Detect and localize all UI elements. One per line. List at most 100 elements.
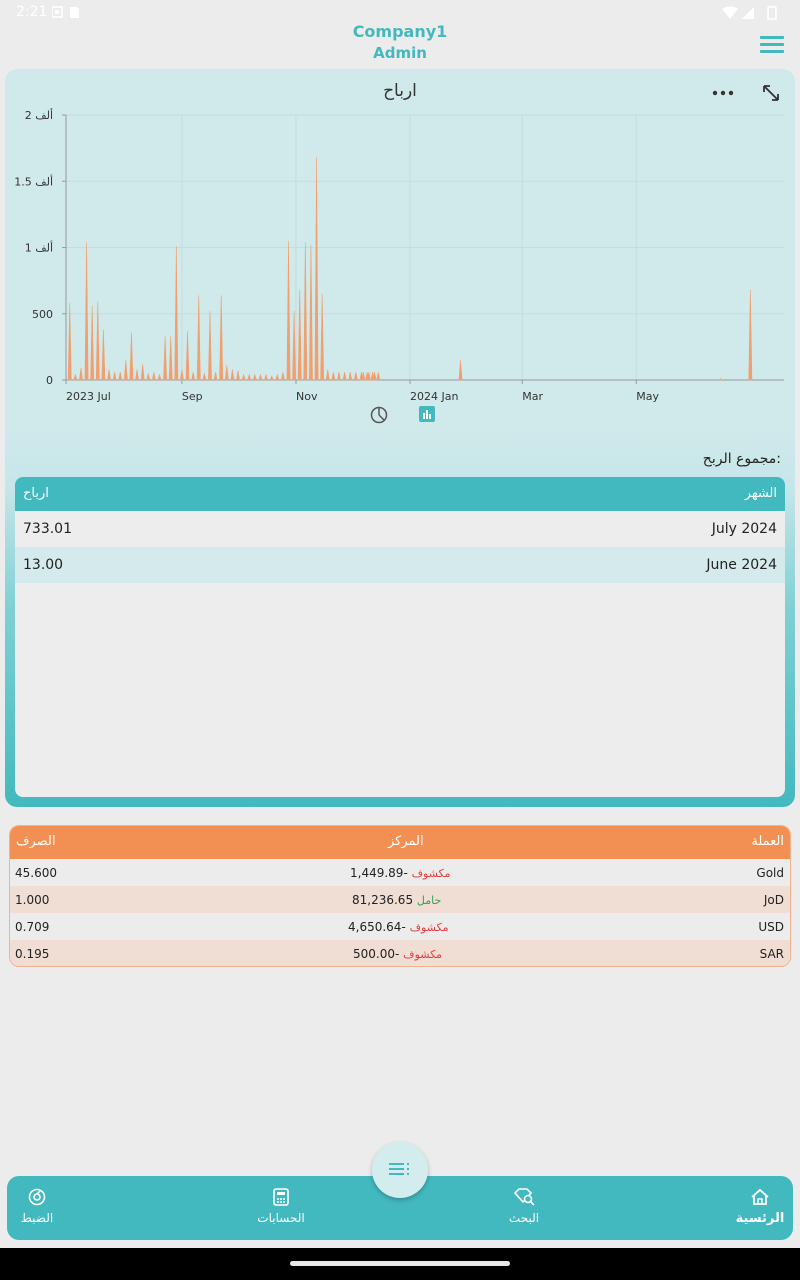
x-tick-label: Nov [296, 390, 318, 403]
chart-bar [107, 369, 111, 381]
status-tag: مكشوف [403, 948, 443, 961]
pie-chart-icon[interactable] [370, 406, 388, 424]
app-header: Company1 Admin [0, 22, 800, 66]
status-tag: مكشوف [409, 921, 449, 934]
chart-bar [140, 364, 145, 381]
quick-menu-button[interactable] [372, 1142, 428, 1198]
menu-icon[interactable] [760, 36, 784, 54]
table-row[interactable]: Gold مكشوف -1,449.89 45.600 [10, 859, 790, 886]
bar-chart-icon[interactable] [419, 406, 435, 422]
status-time: 2:21 [16, 4, 48, 20]
nav-search-label: البحث [508, 1211, 540, 1225]
rate-cell: 1.000 [15, 893, 50, 907]
chart-bar [320, 293, 325, 381]
system-navigation-bar [0, 1248, 800, 1280]
currency-cell: JoD [763, 893, 784, 907]
table-row[interactable]: JoD حامل 81,236.65 1.000 [10, 886, 790, 913]
profit-header: ارباح [23, 486, 49, 501]
y-tick-label: 1 ألف [25, 241, 53, 255]
nav-settings[interactable]: الضبط [17, 1188, 57, 1225]
chart-bar [280, 371, 285, 381]
chart-bar [252, 373, 257, 381]
chart-bar [191, 371, 196, 381]
nav-home-label: الرئسية [735, 1211, 785, 1226]
chart-bar [297, 289, 302, 381]
table-row[interactable]: SAR مكشوف -500.00 0.195 [10, 940, 790, 966]
y-tick-label: 0 [46, 374, 53, 387]
table-row[interactable]: June 2024 13.00 [15, 547, 785, 583]
chart-bar [286, 240, 291, 381]
chart-bar [748, 289, 753, 381]
chart-bar [179, 369, 184, 381]
position-cell: حامل 81,236.65 [352, 893, 442, 907]
chart-bar [230, 369, 235, 381]
nav-accounts-label: الحسابات [257, 1211, 305, 1225]
profit-table-header: الشهر ارباح [15, 477, 785, 511]
currency-cell: Gold [756, 866, 784, 880]
currency-table: العملة المركز الصرف Gold مكشوف -1,449.89… [9, 825, 791, 967]
rate-cell: 45.600 [15, 866, 57, 880]
home-icon [751, 1188, 769, 1205]
chart-bar [325, 369, 330, 381]
y-tick-label: 1.5 ألف [14, 174, 53, 188]
status-tag: مكشوف [411, 867, 451, 880]
accounts-icon [273, 1188, 289, 1206]
chart-bar [101, 329, 106, 381]
month-cell: July 2024 [711, 521, 777, 537]
nav-accounts[interactable]: الحسابات [253, 1188, 309, 1225]
chart-bar [146, 373, 151, 381]
chart-bar [163, 336, 168, 381]
chart-bar [185, 330, 190, 381]
chart-bar [224, 365, 229, 381]
profit-cell: 733.01 [23, 521, 72, 537]
x-tick-label: Mar [522, 390, 543, 403]
position-cell: مكشوف -1,449.89 [350, 866, 451, 880]
x-tick-label: May [636, 390, 659, 403]
chart-bar [269, 375, 274, 381]
nav-home[interactable]: الرئسية [733, 1188, 787, 1226]
currency-cell: SAR [759, 947, 784, 961]
chart-bar [213, 371, 218, 381]
chart-bar [202, 373, 207, 381]
chart-bar [303, 242, 308, 381]
month-header: الشهر [744, 486, 777, 501]
y-tick-label: 500 [32, 308, 53, 321]
position-header: المركز [388, 834, 424, 849]
currency-header: العملة [751, 834, 784, 849]
chart-bar [309, 244, 313, 381]
search-icon [513, 1188, 535, 1206]
user-role: Admin [373, 44, 427, 62]
chart-bar [79, 368, 83, 381]
nav-search[interactable]: البحث [501, 1188, 547, 1225]
chart-bar [353, 371, 358, 381]
x-tick-label: 2024 Jan [410, 390, 458, 403]
chart-bar [236, 370, 240, 381]
chart-bar [73, 373, 78, 381]
settings-icon [28, 1188, 46, 1206]
chart-bar [208, 311, 212, 381]
status-tag: حامل [416, 894, 442, 907]
profit-table: الشهر ارباح July 2024 733.01 June 2024 1… [15, 477, 785, 797]
chart-bar [67, 303, 72, 381]
home-gesture-bar[interactable] [290, 1261, 510, 1266]
rate-header: الصرف [16, 834, 56, 849]
position-cell: مكشوف -500.00 [353, 947, 443, 961]
chart-bar [90, 305, 95, 381]
list-menu-icon [389, 1163, 409, 1175]
table-row[interactable]: July 2024 733.01 [15, 511, 785, 547]
chart-bar [112, 371, 117, 381]
chart-bar [258, 373, 263, 381]
profit-cell: 13.00 [23, 557, 64, 573]
profit-sum-label: مجموع الربح: [702, 451, 781, 467]
chart-bar [275, 373, 280, 381]
chart-bar [151, 371, 156, 381]
chart-bar [84, 242, 89, 381]
table-row[interactable]: USD مكشوف -4,650.64 0.709 [10, 913, 790, 940]
chart-bar [264, 373, 269, 381]
chart-bar [348, 371, 353, 381]
x-tick-label: Sep [182, 390, 203, 403]
chart-bar [314, 157, 319, 381]
chart-bar [135, 369, 140, 381]
chart-bar [118, 371, 123, 381]
chart-bar [168, 336, 173, 381]
